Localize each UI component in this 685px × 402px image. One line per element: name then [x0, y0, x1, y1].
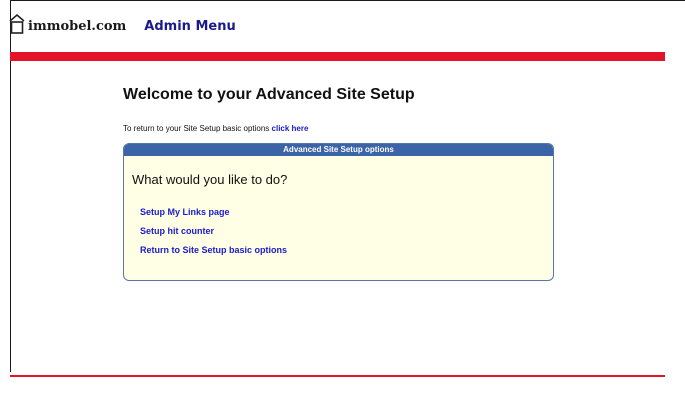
page-title: Welcome to your Advanced Site Setup: [123, 86, 415, 103]
panel-links: Setup My Links page Setup hit counter Re…: [140, 207, 287, 256]
panel-question: What would you like to do?: [132, 172, 288, 187]
return-line: To return to your Site Setup basic optio…: [123, 124, 308, 133]
return-basic-options-link[interactable]: Return to Site Setup basic options: [140, 245, 287, 256]
footer-divider-line: [10, 375, 665, 377]
logo-text[interactable]: immobel.com: [28, 19, 126, 34]
panel-header: Advanced Site Setup options: [124, 144, 553, 156]
setup-hit-counter-link[interactable]: Setup hit counter: [140, 226, 287, 237]
house-logo-icon: [8, 12, 26, 36]
header-divider-bar: [10, 52, 665, 61]
advanced-options-panel: Advanced Site Setup options What would y…: [123, 143, 554, 281]
admin-menu-title: Admin Menu: [144, 18, 236, 34]
return-text: To return to your Site Setup basic optio…: [123, 124, 272, 133]
site-header: immobel.com Admin Menu: [8, 6, 236, 46]
click-here-link[interactable]: click here: [272, 124, 309, 133]
setup-my-links-link[interactable]: Setup My Links page: [140, 207, 287, 218]
